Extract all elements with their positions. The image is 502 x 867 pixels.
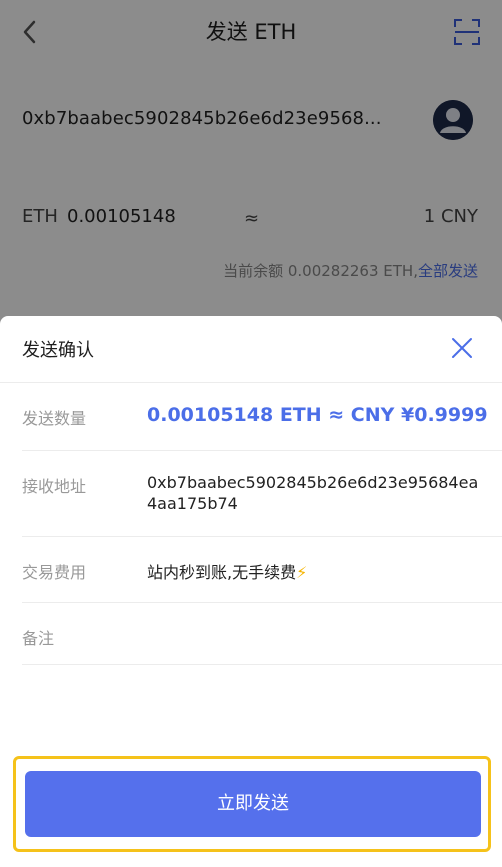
lightning-icon: ⚡ xyxy=(296,563,308,582)
amount-row-value: 0.00105148 ETH ≈ CNY ¥0.9999 xyxy=(147,404,488,426)
address-row-label: 接收地址 xyxy=(22,477,87,496)
fee-row-value-wrap: 站内秒到账,无手续费⚡ xyxy=(147,559,307,583)
divider xyxy=(22,450,502,451)
send-now-button[interactable]: 立即发送 xyxy=(25,771,481,837)
send-confirm-sheet: 发送确认 发送数量 0.00105148 ETH ≈ CNY ¥0.9999 接… xyxy=(0,316,502,867)
close-button[interactable] xyxy=(450,336,474,360)
send-button-highlight: 立即发送 xyxy=(13,756,491,852)
sheet-title: 发送确认 xyxy=(22,340,94,361)
divider xyxy=(22,602,502,603)
close-icon xyxy=(452,338,472,358)
divider xyxy=(22,536,502,537)
divider xyxy=(0,382,502,383)
address-row-value: 0xb7baabec5902845b26e6d23e95684ea4aa175b… xyxy=(147,473,479,513)
amount-row-label: 发送数量 xyxy=(22,409,87,428)
fee-row-value: 站内秒到账,无手续费 xyxy=(147,563,297,582)
divider xyxy=(22,664,502,665)
note-row-label: 备注 xyxy=(22,629,55,648)
fee-row-label: 交易费用 xyxy=(22,563,87,582)
